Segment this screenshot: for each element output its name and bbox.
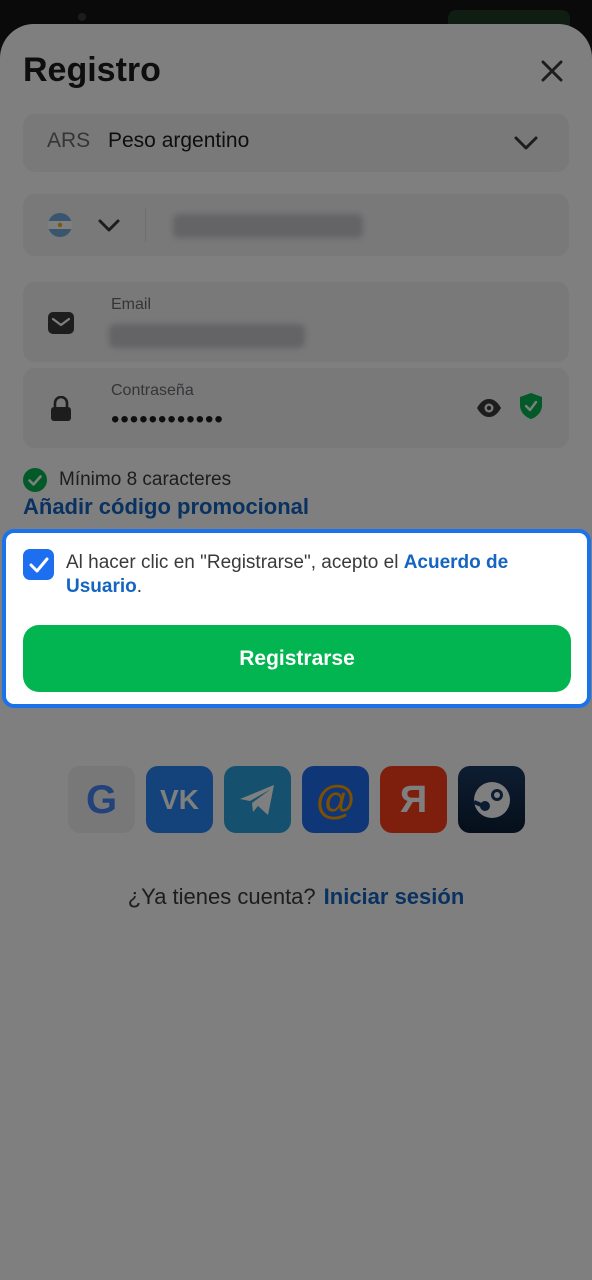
camera-dot [78, 13, 86, 21]
login-link[interactable]: Iniciar sesión [324, 884, 465, 909]
check-circle-icon [23, 468, 47, 492]
login-prompt: ¿Ya tienes cuenta? Iniciar sesión [0, 884, 592, 910]
agreement-checkbox[interactable] [23, 549, 54, 580]
currency-code: ARS [47, 129, 91, 152]
login-question: ¿Ya tienes cuenta? [127, 884, 316, 909]
shield-check-icon [520, 393, 542, 419]
envelope-icon [47, 309, 75, 337]
phone-field[interactable] [23, 194, 569, 256]
email-input[interactable] [109, 324, 305, 348]
yandex-icon[interactable]: Я [380, 766, 447, 833]
add-promo-code-link[interactable]: Añadir código promocional [23, 494, 309, 520]
telegram-icon[interactable] [224, 766, 291, 833]
checkmark-icon [29, 557, 48, 572]
phone-input[interactable] [173, 214, 363, 238]
email-label: Email [111, 296, 152, 313]
google-icon[interactable]: G [68, 766, 135, 833]
divider [145, 208, 146, 242]
chevron-down-icon [514, 136, 538, 150]
chevron-down-icon[interactable] [95, 211, 123, 239]
password-field[interactable]: Contraseña •••••••••••• [23, 368, 569, 448]
agreement-suffix: . [136, 576, 143, 597]
agreement-highlight: Al hacer clic en "Registrarse", acepto e… [2, 529, 591, 708]
agreement-text: Al hacer clic en "Registrarse", acepto e… [66, 551, 536, 599]
steam-icon[interactable] [458, 766, 525, 833]
eye-icon[interactable] [475, 394, 503, 422]
lock-icon [47, 395, 75, 423]
email-field[interactable]: Email [23, 282, 569, 362]
page-title: Registro [23, 51, 161, 89]
register-button[interactable]: Registrarse [23, 625, 571, 692]
currency-name: Peso argentino [108, 129, 250, 152]
mail-at-icon[interactable]: @ [302, 766, 369, 833]
close-icon[interactable] [535, 54, 569, 88]
password-label: Contraseña [111, 382, 194, 399]
currency-select[interactable]: ARS Peso argentino [23, 114, 569, 172]
vk-icon[interactable]: VK [146, 766, 213, 833]
agreement-prefix: Al hacer clic en "Registrarse", acepto e… [66, 552, 404, 573]
password-input[interactable]: •••••••••••• [111, 406, 224, 434]
argentina-flag-icon[interactable] [48, 213, 72, 237]
password-hint-text: Mínimo 8 caracteres [59, 469, 232, 490]
password-hint: Mínimo 8 caracteres [23, 468, 231, 492]
